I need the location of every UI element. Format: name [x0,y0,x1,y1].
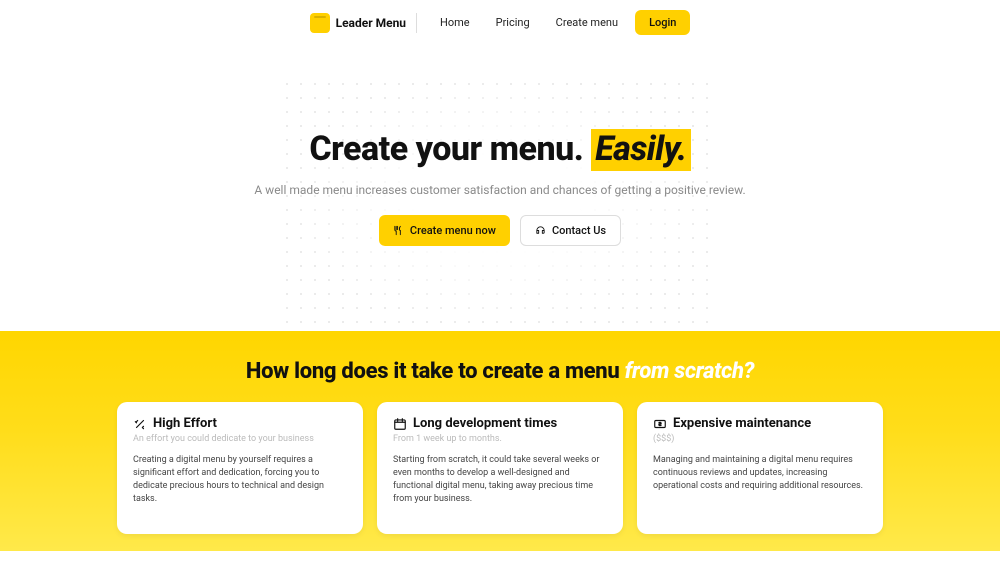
logo-icon [310,13,330,33]
restaurant-icon [393,225,404,236]
card-title: Expensive maintenance [673,416,811,431]
hero-title-a: Create your menu. [309,129,583,169]
card-title: High Effort [153,416,217,431]
card-sub: ($$$) [653,434,867,444]
hero-subtitle: A well made menu increases customer sati… [240,181,760,199]
create-menu-button[interactable]: Create menu now [379,215,510,246]
hero-title-highlight: Easily. [591,129,690,171]
login-button[interactable]: Login [635,10,690,35]
section-title-emphasis: from scratch? [625,359,754,384]
section-title: How long does it take to create a menu f… [0,359,1000,384]
card-cost: Expensive maintenance ($$$) Managing and… [637,402,883,534]
effort-icon [133,417,147,431]
card-body: Creating a digital menu by yourself requ… [133,454,347,506]
card-body: Managing and maintaining a digital menu … [653,454,867,493]
nav-home[interactable]: Home [431,10,479,35]
contact-label: Contact Us [552,224,606,237]
headset-icon [535,225,546,236]
hero-section: Create your menu. Easily. A well made me… [0,47,1000,331]
cards-row: High Effort An effort you could dedicate… [0,402,1000,534]
pain-points-section: How long does it take to create a menu f… [0,331,1000,551]
calendar-icon [393,417,407,431]
section-title-a: How long does it take to create a menu [246,359,620,384]
nav-create-menu[interactable]: Create menu [547,10,627,35]
hero-actions: Create menu now Contact Us [20,215,980,246]
header: Leader Menu Home Pricing Create menu Log… [0,0,1000,47]
hero-title: Create your menu. Easily. [20,129,980,171]
create-menu-label: Create menu now [410,224,496,237]
brand-name: Leader Menu [336,16,406,30]
card-effort: High Effort An effort you could dedicate… [117,402,363,534]
money-icon [653,417,667,431]
card-sub: From 1 week up to months. [393,434,607,444]
nav-pricing[interactable]: Pricing [487,10,539,35]
card-title: Long development times [413,416,557,431]
brand-wrap[interactable]: Leader Menu [310,13,417,33]
card-sub: An effort you could dedicate to your bus… [133,434,347,444]
card-time: Long development times From 1 week up to… [377,402,623,534]
contact-button[interactable]: Contact Us [520,215,621,246]
card-body: Starting from scratch, it could take sev… [393,454,607,506]
